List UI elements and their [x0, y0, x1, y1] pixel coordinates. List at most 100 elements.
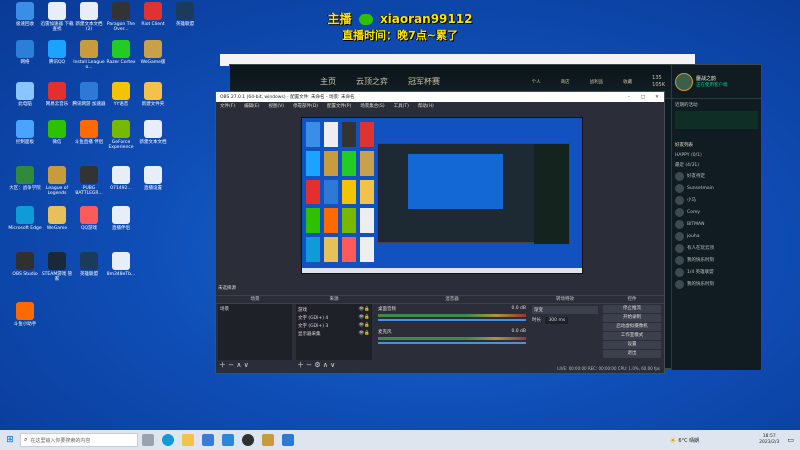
visibility-lock-icons[interactable]: 👁🔒 [359, 307, 370, 313]
lol-group-happy[interactable]: HAPPY (0/1) [672, 151, 761, 160]
scene-item[interactable]: 场景 [220, 306, 290, 312]
desktop-icon[interactable]: 8m348eTb... [104, 252, 138, 277]
desktop-icon[interactable]: 控制面板 [8, 120, 42, 145]
friend-row[interactable]: 我的快乐时刻 [672, 254, 761, 266]
source-item[interactable]: 文字 (GDI+) 4 👁🔒 [298, 314, 370, 322]
friend-row[interactable]: 有人在玩云顶 [672, 242, 761, 254]
desktop-icon[interactable]: Microsoft Edge [8, 206, 42, 231]
desktop-icon[interactable]: YY语音 [104, 82, 138, 107]
store-icon[interactable] [202, 434, 214, 446]
lol-recent-card[interactable] [675, 111, 758, 129]
obs-control-button[interactable]: 设置 [603, 341, 661, 349]
desktop-icon[interactable]: 此电脑 [8, 82, 42, 107]
friend-row[interactable]: 好友待定 [672, 170, 761, 182]
obs-menu-item[interactable]: 帮助(H) [418, 103, 434, 109]
lol-nav-loot[interactable]: 战利品 [590, 79, 604, 85]
transition-duration-input[interactable]: 300 ms [545, 317, 569, 324]
desktop-icon[interactable]: 新建文件夹 [136, 82, 170, 107]
close-icon[interactable]: ✕ [650, 95, 664, 100]
lol-group-recent[interactable]: 最近 (4/31) [672, 160, 761, 170]
friend-row[interactable]: BITMAN [672, 218, 761, 230]
obs-menu-item[interactable]: 场景集合(S) [360, 103, 384, 109]
minimize-icon[interactable]: – [622, 95, 636, 100]
clock[interactable]: 18:57 2023/2/3 [759, 434, 779, 446]
friend-row[interactable]: jouha [672, 230, 761, 242]
lol-tab-tft[interactable]: 云顶之弈 [356, 76, 388, 87]
obs-window[interactable]: OBS 27.0.1 (64-bit, windows) - 配置文件: 未命名… [215, 91, 665, 374]
windows-start-icon[interactable]: ⊞ [0, 435, 20, 445]
avatar[interactable] [675, 72, 693, 91]
mail-icon[interactable] [222, 434, 234, 446]
weather-icon[interactable]: ☀ [669, 436, 676, 445]
desktop-icon[interactable]: WeGame [40, 206, 74, 231]
friend-row[interactable]: Sunsetmain [672, 182, 761, 194]
friend-row[interactable]: 1/4 英雄联盟 [672, 266, 761, 278]
source-item[interactable]: 文字 (GDI+) 3 👁🔒 [298, 322, 370, 330]
desktop-icon[interactable]: 新建文本文档 [136, 120, 170, 145]
desktop-icon[interactable]: OBS Studio [8, 252, 42, 277]
source-item[interactable]: 显示器采集 👁🔒 [298, 330, 370, 338]
lol-tab-home[interactable]: 主页 [320, 76, 336, 87]
desktop-icon[interactable]: 斗鱼小助手 [8, 302, 42, 327]
desktop-icon[interactable]: 大区：战争学院 [8, 166, 42, 191]
obs-menu-item[interactable]: 停靠部件(D) [293, 103, 318, 109]
obs-taskbar-icon[interactable] [242, 434, 254, 446]
taskbar-search[interactable]: ⌕ 在这里输入你要搜索的内容 [20, 433, 138, 447]
desktop-icon[interactable]: 网络 [8, 40, 42, 65]
sources-toolbar[interactable]: ＋ − ⚙ ∧ ∨ [294, 360, 374, 370]
lol-nav-collection[interactable]: 收藏 [623, 79, 632, 85]
obs-menu-item[interactable]: 编辑(E) [244, 103, 259, 109]
obs-menu-item[interactable]: 文件(F) [220, 103, 235, 109]
desktop-icon[interactable]: GeForce Experience [104, 120, 138, 150]
desktop-icon[interactable]: 微信 [40, 120, 74, 145]
scenes-toolbar[interactable]: ＋ − ∧ ∨ [216, 360, 294, 370]
lol-nav-store[interactable]: 商店 [561, 79, 570, 85]
desktop-icon[interactable]: 斗鱼直播 伴侣 [72, 120, 106, 145]
obs-control-button[interactable]: 启动虚拟摄像机 [603, 323, 661, 331]
desktop-icon[interactable]: PUBG BATTLEGR... [72, 166, 106, 196]
transition-select[interactable]: 渐变 [532, 306, 598, 314]
obs-menu-item[interactable]: 配置文件(P) [327, 103, 351, 109]
obs-control-button[interactable]: 开始录制 [603, 314, 661, 322]
desktop-icon[interactable]: QQ游戏 [72, 206, 106, 231]
obs-preview[interactable] [301, 117, 583, 274]
task-view-icon[interactable] [142, 434, 154, 446]
visibility-lock-icons[interactable]: 👁🔒 [359, 331, 370, 337]
lol-tab-clash[interactable]: 冠军杯赛 [408, 76, 440, 87]
obs-menu-item[interactable]: 视图(V) [268, 103, 284, 109]
maximize-icon[interactable]: □ [636, 95, 650, 100]
desktop-icon[interactable]: 网易云音乐 [40, 82, 74, 107]
friend-row[interactable]: Corey [672, 206, 761, 218]
desktop-icon[interactable]: 直播设置 [136, 166, 170, 191]
desktop-icon[interactable]: Razer Cortex [104, 40, 138, 65]
obs-menu-item[interactable]: 工具(T) [394, 103, 409, 109]
notification-icon[interactable]: ▭ [787, 436, 794, 444]
lol-nav-profile[interactable]: 个人 [532, 79, 541, 85]
file-explorer-icon[interactable] [182, 434, 194, 446]
obs-control-button[interactable]: 工作室模式 [603, 332, 661, 340]
obs-title-bar[interactable]: OBS 27.0.1 (64-bit, windows) - 配置文件: 未命名… [216, 92, 664, 102]
volume-slider[interactable] [378, 342, 526, 344]
edge-icon[interactable] [162, 434, 174, 446]
obs-control-button[interactable]: 停止推流 [603, 305, 661, 313]
desktop-icon[interactable]: 直播伴侣 [104, 206, 138, 231]
obs-control-button[interactable]: 退出 [603, 350, 661, 358]
source-item[interactable]: 游戏 👁🔒 [298, 306, 370, 314]
app-taskbar-icon[interactable] [282, 434, 294, 446]
weather-text[interactable]: 6°C 晴朗 [678, 437, 699, 444]
lol-taskbar-icon[interactable] [262, 434, 274, 446]
friend-row[interactable]: 我的快乐时刻 [672, 278, 761, 290]
desktop-icon[interactable]: Install League o... [72, 40, 106, 70]
friend-row[interactable]: 小马 [672, 194, 761, 206]
desktop-icon[interactable]: 腾讯网游 加速器 [72, 82, 106, 107]
desktop-icon[interactable]: 腾讯QQ [40, 40, 74, 65]
app-icon [16, 302, 34, 320]
desktop-icon[interactable]: WeGame版 [136, 40, 170, 65]
desktop-icon[interactable]: League of Legends [40, 166, 74, 196]
desktop-icon[interactable]: 英雄联盟 [72, 252, 106, 277]
visibility-lock-icons[interactable]: 👁🔒 [359, 315, 370, 321]
visibility-lock-icons[interactable]: 👁🔒 [359, 323, 370, 329]
desktop-icon[interactable]: STEAM游戏 管家 [40, 252, 74, 282]
desktop-icon[interactable]: 071492… [104, 166, 138, 191]
volume-slider[interactable] [378, 319, 526, 321]
